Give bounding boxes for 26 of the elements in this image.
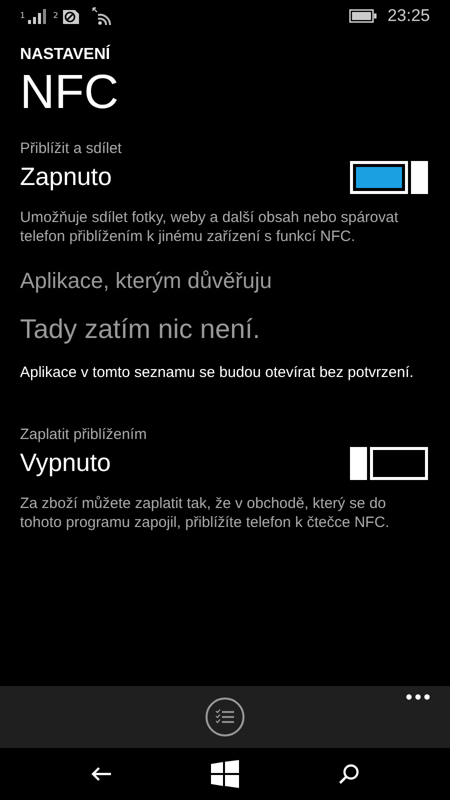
more-button[interactable] bbox=[406, 694, 430, 700]
back-icon[interactable] bbox=[90, 766, 112, 782]
page-overline: NASTAVENÍ bbox=[20, 46, 112, 64]
clock-time: 23:25 bbox=[387, 6, 430, 26]
search-icon[interactable] bbox=[338, 763, 360, 785]
toggle-switch[interactable] bbox=[350, 447, 428, 480]
sim-number: 2 bbox=[53, 11, 58, 20]
checklist-icon bbox=[205, 697, 245, 737]
toggle-state-text: Zapnuto bbox=[20, 163, 112, 192]
page-title: NFC bbox=[20, 65, 120, 121]
no-sim-icon bbox=[61, 8, 82, 24]
section-heading: Aplikace, kterým důvěřuju bbox=[20, 268, 273, 294]
wifi-icon bbox=[92, 7, 112, 25]
setting-description: Za zboží můžete zaplatit tak, že v obchodě, který se do tohoto programu zapojil, přiblížíte telefon k čtečce NFC. bbox=[20, 494, 390, 532]
setting-label: Zaplatit přiblížením bbox=[20, 426, 148, 443]
list-button[interactable] bbox=[205, 697, 245, 737]
toggle-state-text: Vypnuto bbox=[20, 449, 111, 478]
sim-number: 1 bbox=[20, 11, 26, 20]
windows-icon[interactable] bbox=[210, 760, 239, 788]
setting-label: Přiblížit a sdílet bbox=[20, 140, 123, 157]
toggle-switch[interactable] bbox=[350, 161, 428, 194]
empty-message: Tady zatím nic není. bbox=[20, 314, 262, 345]
setting-description: Umožňuje sdílet fotky, weby a další obsah nebo spárovat telefon přiblížením k jinému zařízení s funkcí NFC. bbox=[20, 208, 400, 246]
list-note: Aplikace v tomto seznamu se budou otevírat bez potvrzení. bbox=[20, 363, 415, 382]
more-icon bbox=[406, 694, 430, 700]
battery-icon bbox=[349, 9, 378, 23]
